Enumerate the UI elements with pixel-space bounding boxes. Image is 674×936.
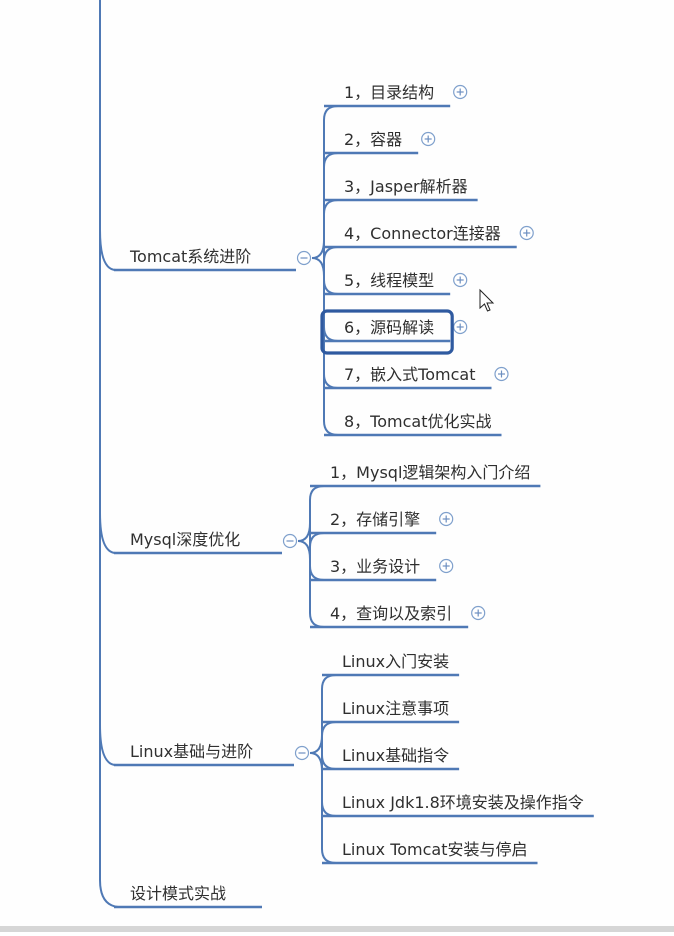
child-connector bbox=[323, 373, 339, 389]
trunk-to-branch-connector bbox=[99, 724, 117, 766]
branch-to-children-connector bbox=[311, 257, 325, 277]
child-node-label[interactable]: 3，业务设计 bbox=[330, 557, 420, 576]
child-node-label[interactable]: 4，Connector连接器 bbox=[344, 224, 501, 243]
child-connector bbox=[323, 279, 339, 295]
mind-map-canvas: Tomcat系统进阶 1，目录结构 2，容器 3，Jasper解析器 4，Connect… bbox=[0, 0, 674, 932]
expand-plus-icon[interactable] bbox=[471, 605, 486, 621]
mouse-pointer-icon bbox=[479, 288, 495, 312]
child-node-label[interactable]: Linux基础指令 bbox=[342, 746, 449, 765]
child-node-label[interactable]: Linux Jdk1.8环境安装及操作指令 bbox=[342, 793, 584, 812]
expand-plus-icon[interactable] bbox=[453, 84, 468, 100]
child-connector bbox=[309, 532, 325, 548]
branch-label[interactable]: Tomcat系统进阶 bbox=[129, 247, 251, 266]
child-connector bbox=[323, 246, 339, 262]
branch-collapse-icon[interactable] bbox=[294, 745, 310, 761]
child-node-label[interactable]: 2，存储引擎 bbox=[330, 510, 420, 529]
child-connector bbox=[321, 848, 337, 864]
branch-label[interactable]: Mysql深度优化 bbox=[130, 530, 240, 549]
trunk-to-branch-connector bbox=[99, 512, 117, 554]
child-connector bbox=[321, 801, 337, 817]
expand-plus-icon[interactable] bbox=[453, 272, 468, 288]
branch-to-children-connector bbox=[309, 752, 323, 772]
child-connector bbox=[323, 420, 339, 436]
branch-label[interactable]: Linux基础与进阶 bbox=[130, 742, 253, 761]
expand-plus-icon[interactable] bbox=[439, 558, 454, 574]
child-node-label[interactable]: 5，线程模型 bbox=[344, 271, 434, 290]
child-connector bbox=[321, 674, 337, 690]
branch-to-children-connector bbox=[297, 540, 311, 560]
trunk-to-branch-connector bbox=[99, 229, 117, 271]
child-connector bbox=[323, 105, 339, 121]
child-connector bbox=[309, 612, 325, 628]
child-node-label[interactable]: Linux Tomcat安装与停启 bbox=[342, 840, 528, 859]
branch-collapse-icon[interactable] bbox=[282, 533, 298, 549]
child-node-label[interactable]: 1，Mysql逻辑架构入门介绍 bbox=[330, 463, 530, 482]
root-trunk-connector bbox=[99, 0, 119, 908]
child-connector bbox=[321, 754, 337, 770]
expand-plus-icon[interactable] bbox=[453, 319, 468, 335]
child-connector bbox=[323, 326, 339, 342]
child-connector bbox=[321, 721, 337, 737]
child-node-label[interactable]: 1，目录结构 bbox=[344, 83, 434, 102]
child-node-label[interactable]: 6，源码解读 bbox=[344, 318, 434, 337]
branch-to-children-connector bbox=[309, 734, 323, 754]
branch-to-children-connector bbox=[297, 522, 311, 542]
branch-label[interactable]: 设计模式实战 bbox=[130, 884, 226, 903]
expand-plus-icon[interactable] bbox=[421, 131, 436, 147]
child-node-label[interactable]: 3，Jasper解析器 bbox=[344, 177, 468, 196]
expand-plus-icon[interactable] bbox=[519, 225, 534, 241]
child-connector bbox=[309, 485, 325, 501]
mind-map-diagram: Tomcat系统进阶 1，目录结构 2，容器 3，Jasper解析器 4，Connect… bbox=[99, 0, 594, 909]
window-bottom-edge bbox=[0, 926, 674, 932]
expand-plus-icon[interactable] bbox=[494, 366, 509, 382]
child-node-label[interactable]: 2，容器 bbox=[344, 130, 402, 149]
branch-to-children-connector bbox=[311, 239, 325, 259]
child-connector bbox=[323, 199, 339, 215]
child-node-label[interactable]: Linux注意事项 bbox=[342, 699, 449, 718]
child-node-label[interactable]: Linux入门安装 bbox=[342, 652, 449, 671]
child-node-label[interactable]: 7，嵌入式Tomcat bbox=[344, 365, 476, 384]
child-connector bbox=[323, 152, 339, 168]
branch-collapse-icon[interactable] bbox=[296, 250, 312, 266]
expand-plus-icon[interactable] bbox=[439, 511, 454, 527]
child-connector bbox=[309, 565, 325, 581]
child-node-label[interactable]: 4，查询以及索引 bbox=[330, 604, 452, 623]
child-node-label[interactable]: 8，Tomcat优化实战 bbox=[344, 412, 492, 431]
